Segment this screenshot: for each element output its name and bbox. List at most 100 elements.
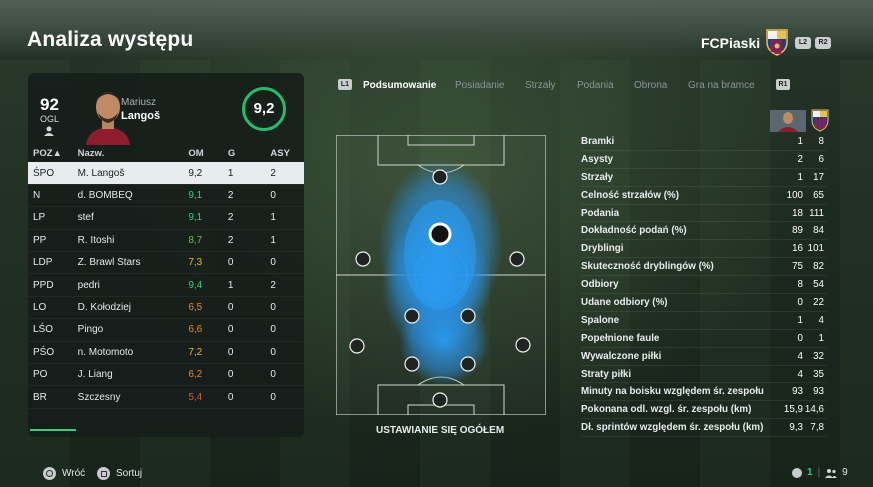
player-rating: 9,4 bbox=[188, 273, 225, 297]
stat-team-value: 111 bbox=[809, 207, 824, 219]
comparison-header bbox=[770, 109, 829, 132]
r2-button[interactable]: R2 bbox=[815, 37, 831, 49]
page-title: Analiza występu bbox=[27, 28, 194, 51]
stat-player-value: 93 bbox=[792, 386, 803, 398]
tab-passes[interactable]: Podania bbox=[577, 80, 614, 91]
stat-team-value: 65 bbox=[813, 189, 824, 201]
column-header-pos[interactable]: POZ▲ bbox=[28, 145, 74, 163]
stat-row: Dokładność podań (%) 89 84 bbox=[581, 222, 827, 241]
stat-row: Asysty 2 6 bbox=[581, 151, 827, 169]
stat-row: Straty piłki 4 35 bbox=[581, 366, 827, 384]
stat-player-value: 16 bbox=[792, 243, 803, 255]
l1-button[interactable]: L1 bbox=[338, 79, 352, 90]
stat-row: Odbiory 8 54 bbox=[581, 276, 827, 295]
stat-team-value: 1 bbox=[818, 332, 824, 344]
position-dot bbox=[460, 356, 476, 372]
player-ovr: 92 bbox=[40, 95, 59, 114]
stat-team-value: 6 bbox=[818, 153, 824, 165]
square-button-icon bbox=[97, 467, 110, 480]
column-header-name[interactable]: Nazw. bbox=[73, 145, 189, 163]
stat-team-value: 35 bbox=[813, 368, 824, 380]
table-row[interactable]: PP R. Itoshi 8,7 2 1 bbox=[28, 229, 304, 253]
position-dot bbox=[349, 338, 365, 354]
stat-player-value: 18 bbox=[792, 207, 803, 219]
position-dot bbox=[355, 251, 371, 267]
player-assists: 2 bbox=[263, 162, 304, 185]
player-name: Pingo bbox=[73, 318, 189, 342]
player-assists: 0 bbox=[263, 363, 304, 387]
tab-summary[interactable]: Podsumowanie bbox=[363, 80, 436, 91]
player-name: Z. Brawl Stars bbox=[73, 251, 189, 275]
tab-defence[interactable]: Obrona bbox=[634, 80, 667, 91]
stat-team-value: 101 bbox=[807, 243, 824, 255]
stat-player-value: 1 bbox=[797, 314, 803, 326]
player-assists: 0 bbox=[263, 251, 304, 275]
stat-player-value: 1 bbox=[797, 136, 803, 147]
sort-button[interactable]: Sortuj bbox=[97, 467, 142, 480]
player-position: LŚO bbox=[28, 318, 74, 342]
player-rating: 9,2 bbox=[188, 162, 225, 185]
table-row[interactable]: LŚO Pingo 6,6 0 0 bbox=[28, 318, 304, 342]
stat-team-value: 17 bbox=[813, 171, 824, 183]
player-assists: 0 bbox=[263, 184, 304, 208]
stat-row: Minuty na boisku względem śr. zespołu 93 9… bbox=[581, 383, 827, 402]
player-goals: 0 bbox=[224, 318, 264, 342]
player-assists: 1 bbox=[263, 206, 304, 230]
player-goals: 1 bbox=[224, 273, 264, 297]
stat-label: Udane odbiory (%) bbox=[581, 297, 668, 309]
roster-table: POZ▲ Nazw. OM G ASY ŚPO M. Langoš 9,2 1 2 Nd.… bbox=[28, 145, 304, 409]
club-name: FCPiaski bbox=[701, 35, 761, 51]
player-rating: 7,2 bbox=[188, 341, 225, 365]
stat-label: Skuteczność dryblingów (%) bbox=[581, 261, 714, 273]
stat-row: Strzały 1 17 bbox=[581, 169, 827, 187]
player-avatar-icon bbox=[770, 110, 806, 132]
tab-shots[interactable]: Strzały bbox=[525, 80, 556, 91]
stat-label: Bramki bbox=[581, 136, 615, 147]
stat-label: Popełnione faule bbox=[581, 332, 660, 344]
stat-team-value: 8 bbox=[818, 136, 824, 147]
player-assists: 0 bbox=[263, 341, 304, 365]
stat-player-value: 75 bbox=[792, 261, 803, 273]
tab-possession[interactable]: Posiadanie bbox=[455, 80, 504, 91]
l2-button[interactable]: L2 bbox=[795, 37, 811, 49]
position-dot bbox=[432, 392, 448, 408]
player-goals: 2 bbox=[224, 206, 264, 230]
player-goals: 0 bbox=[224, 341, 264, 365]
column-header-g[interactable]: G bbox=[224, 145, 264, 163]
player-goals: 1 bbox=[224, 162, 264, 185]
table-row[interactable]: LO D. Kołodziej 6,5 0 0 bbox=[28, 296, 304, 320]
position-dot bbox=[515, 337, 531, 353]
stat-row: Spalone 1 4 bbox=[581, 312, 827, 330]
player-card: 92 OGL Mariusz Langoš 9,2 bbox=[28, 73, 304, 145]
player-name: Szczesny bbox=[73, 385, 189, 409]
back-button[interactable]: Wróć bbox=[43, 467, 85, 480]
status-bar: 1 | 9 bbox=[792, 467, 848, 478]
table-row[interactable]: Nd. BOMBEQ 9,1 2 0 bbox=[28, 184, 304, 208]
stat-label: Celność strzałów (%) bbox=[581, 189, 679, 201]
player-position: BR bbox=[28, 385, 74, 409]
column-header-om[interactable]: OM bbox=[188, 145, 225, 163]
player-goals: 0 bbox=[224, 363, 264, 387]
table-row[interactable]: PO J. Liang 6,2 0 0 bbox=[28, 363, 304, 387]
table-row[interactable]: PŚO n. Motomoto 7,2 0 0 bbox=[28, 341, 304, 365]
table-row[interactable]: PPD pedri 9,4 1 2 bbox=[28, 273, 304, 297]
stat-team-value: 14,6 bbox=[804, 404, 824, 416]
stat-row: Skuteczność dryblingów (%) 75 82 bbox=[581, 258, 827, 277]
tab-goalkeeping[interactable]: Gra na bramce bbox=[688, 80, 755, 91]
network-icon bbox=[792, 467, 802, 478]
back-label: Wróć bbox=[62, 468, 86, 479]
table-row[interactable]: ŚPO M. Langoš 9,2 1 2 bbox=[28, 162, 304, 185]
r1-button[interactable]: R1 bbox=[776, 79, 790, 90]
stat-label: Dryblingi bbox=[581, 243, 624, 255]
table-row[interactable]: BR Szczesny 5,4 0 0 bbox=[28, 385, 304, 409]
table-row[interactable]: LDP Z. Brawl Stars 7,3 0 0 bbox=[28, 251, 304, 275]
table-row[interactable]: LP stef 9,1 2 1 bbox=[28, 206, 304, 230]
column-header-asy[interactable]: ASY bbox=[263, 145, 304, 163]
stat-label: Dokładność podań (%) bbox=[581, 225, 687, 237]
stat-team-value: 54 bbox=[813, 279, 824, 291]
player-panel: 92 OGL Mariusz Langoš 9,2 POZ▲ Nazw. OM … bbox=[28, 73, 304, 437]
sort-label: Sortuj bbox=[116, 468, 143, 479]
divider: | bbox=[817, 467, 821, 478]
stat-team-value: 82 bbox=[813, 261, 824, 273]
player-goals: 0 bbox=[224, 251, 264, 275]
